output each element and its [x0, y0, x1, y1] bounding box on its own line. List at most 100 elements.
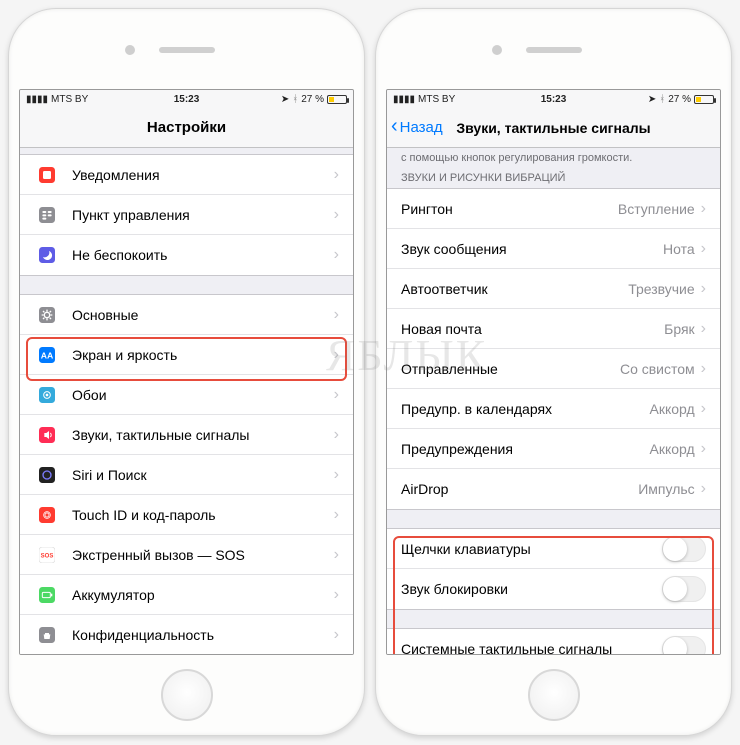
- toggle-row-lock-sound: Звук блокировки: [387, 569, 720, 609]
- chevron-right-icon: ›: [701, 440, 706, 458]
- sound-row-text[interactable]: Звук сообщенияНота›: [387, 229, 720, 269]
- row-label: Экстренный вызов — SOS: [72, 547, 334, 563]
- row-value: Со свистом: [620, 361, 695, 377]
- sound-row-mail[interactable]: Новая почтаБряк›: [387, 309, 720, 349]
- row-label: Звук блокировки: [401, 581, 662, 597]
- row-label: Рингтон: [401, 201, 618, 217]
- sound-row-reminder[interactable]: ПредупрежденияАккорд ›: [387, 429, 720, 469]
- sound-row-voicemail[interactable]: АвтоответчикТрезвучие›: [387, 269, 720, 309]
- toggle-row-system-haptics: Системные тактильные сигналы: [387, 629, 720, 654]
- sound-row-calendar[interactable]: Предупр. в календаряхАккорд›: [387, 389, 720, 429]
- privacy-icon: [34, 622, 60, 648]
- screen-right: ▮▮▮▮ MTS BY 15:23 ➤ ᚼ 27 % ‹ Назад Звуки…: [386, 89, 721, 655]
- toggle-system-haptics[interactable]: [662, 636, 706, 654]
- row-label: Обои: [72, 387, 334, 403]
- front-camera: [492, 45, 502, 55]
- back-button[interactable]: ‹ Назад: [391, 117, 443, 138]
- settings-row-sos[interactable]: SOSЭкстренный вызов — SOS›: [20, 535, 353, 575]
- chevron-right-icon: ›: [334, 346, 339, 364]
- settings-row-sounds[interactable]: Звуки, тактильные сигналы›: [20, 415, 353, 455]
- chevron-right-icon: ›: [334, 246, 339, 264]
- phone-right: ▮▮▮▮ MTS BY 15:23 ➤ ᚼ 27 % ‹ Назад Звуки…: [375, 8, 732, 736]
- home-button[interactable]: [161, 669, 213, 721]
- row-label: AirDrop: [401, 481, 638, 497]
- settings-row-notifications[interactable]: Уведомления›: [20, 155, 353, 195]
- row-label: Щелчки клавиатуры: [401, 541, 662, 557]
- svg-text:AA: AA: [41, 350, 54, 360]
- sounds-icon: [34, 422, 60, 448]
- settings-row-privacy[interactable]: Конфиденциальность›: [20, 615, 353, 654]
- sound-row-ringtone[interactable]: РингтонВступление ›: [387, 189, 720, 229]
- row-label: Звуки, тактильные сигналы: [72, 427, 334, 443]
- settings-list[interactable]: Уведомления›Пункт управления›Не беспокои…: [20, 148, 353, 654]
- toggle-lock-sound[interactable]: [662, 576, 706, 602]
- toggle-keyboard-clicks[interactable]: [662, 536, 706, 562]
- settings-row-siri[interactable]: Siri и Поиск›: [20, 455, 353, 495]
- settings-row-touchid[interactable]: Touch ID и код-пароль›: [20, 495, 353, 535]
- nav-bar: ‹ Назад Звуки, тактильные сигналы: [387, 108, 720, 148]
- battery-icon: [694, 95, 714, 104]
- settings-row-control-center[interactable]: Пункт управления›: [20, 195, 353, 235]
- settings-row-general[interactable]: Основные›: [20, 295, 353, 335]
- touchid-icon: [34, 502, 60, 528]
- phone-left: ▮▮▮▮ MTS BY 15:23 ➤ ᚼ 27 % Настройки Уве…: [8, 8, 365, 736]
- battery-icon: [34, 582, 60, 608]
- row-value: Бряк: [664, 321, 695, 337]
- sound-row-sent[interactable]: ОтправленныеСо свистом›: [387, 349, 720, 389]
- wallpaper-icon: [34, 382, 60, 408]
- row-label: Экран и яркость: [72, 347, 334, 363]
- chevron-right-icon: ›: [701, 360, 706, 378]
- settings-row-dnd[interactable]: Не беспокоить›: [20, 235, 353, 275]
- location-icon: ➤: [281, 94, 289, 105]
- row-label: Touch ID и код-пароль: [72, 507, 334, 523]
- carrier-label: MTS BY: [51, 94, 88, 105]
- settings-row-battery[interactable]: Аккумулятор›: [20, 575, 353, 615]
- signal-icon: ▮▮▮▮: [393, 94, 415, 105]
- notifications-icon: [34, 162, 60, 188]
- row-label: Уведомления: [72, 167, 334, 183]
- chevron-right-icon: ›: [334, 466, 339, 484]
- location-icon: ➤: [648, 94, 656, 105]
- settings-row-wallpaper[interactable]: Обои›: [20, 375, 353, 415]
- chevron-right-icon: ›: [701, 240, 706, 258]
- battery-icon: [327, 95, 347, 104]
- chevron-right-icon: ›: [334, 426, 339, 444]
- toggle-row-keyboard-clicks: Щелчки клавиатуры: [387, 529, 720, 569]
- signal-icon: ▮▮▮▮: [26, 94, 48, 105]
- row-value: Аккорд: [650, 441, 695, 457]
- row-value: Трезвучие: [628, 281, 694, 297]
- row-label: Новая почта: [401, 321, 664, 337]
- chevron-right-icon: ›: [334, 306, 339, 324]
- sounds-list[interactable]: с помощью кнопок регулирования громкости…: [387, 148, 720, 654]
- svg-text:SOS: SOS: [41, 553, 54, 559]
- battery-pct: 27 %: [668, 94, 691, 105]
- settings-row-display[interactable]: AA Экран и яркость›: [20, 335, 353, 375]
- home-button[interactable]: [528, 669, 580, 721]
- section-header: ЗВУКИ И РИСУНКИ ВИБРАЦИЙ: [387, 164, 720, 188]
- row-value: Нота: [663, 241, 695, 257]
- row-label: Не беспокоить: [72, 247, 334, 263]
- back-label: Назад: [400, 119, 443, 136]
- status-time: 15:23: [541, 94, 567, 105]
- battery-pct: 27 %: [301, 94, 324, 105]
- row-label: Предупр. в календарях: [401, 401, 650, 417]
- carrier-label: MTS BY: [418, 94, 455, 105]
- row-value: Вступление: [618, 201, 695, 217]
- row-label: Предупреждения: [401, 441, 650, 457]
- chevron-right-icon: ›: [334, 506, 339, 524]
- page-title: Настройки: [147, 119, 226, 136]
- status-bar: ▮▮▮▮ MTS BY 15:23 ➤ ᚼ 27 %: [387, 90, 720, 108]
- chevron-right-icon: ›: [334, 166, 339, 184]
- row-label: Системные тактильные сигналы: [401, 641, 662, 654]
- row-value: Аккорд: [650, 401, 695, 417]
- row-label: Siri и Поиск: [72, 467, 334, 483]
- status-bar: ▮▮▮▮ MTS BY 15:23 ➤ ᚼ 27 %: [20, 90, 353, 108]
- chevron-right-icon: ›: [701, 200, 706, 218]
- chevron-right-icon: ›: [334, 586, 339, 604]
- speaker-grille: [526, 47, 582, 53]
- row-label: Пункт управления: [72, 207, 334, 223]
- cutoff-footer: с помощью кнопок регулирования громкости…: [387, 148, 720, 164]
- row-label: Конфиденциальность: [72, 627, 334, 643]
- chevron-left-icon: ‹: [391, 115, 398, 138]
- sound-row-airdrop[interactable]: AirDropИмпульс›: [387, 469, 720, 509]
